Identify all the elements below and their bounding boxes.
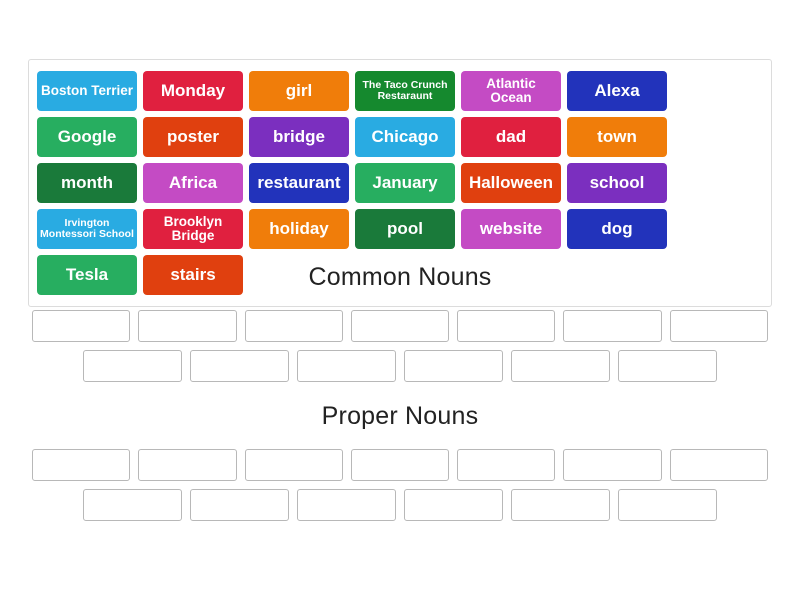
drop-slot[interactable] — [83, 349, 182, 382]
word-tile[interactable]: Brooklyn Bridge — [143, 209, 243, 249]
drop-slot[interactable] — [32, 309, 131, 342]
word-tile[interactable]: Alexa — [567, 71, 667, 111]
group-sort-activity: Boston Terrier Monday girl The Taco Crunch … — [0, 0, 800, 600]
slot-group-common-nouns — [28, 309, 772, 382]
word-tile[interactable]: girl — [249, 71, 349, 111]
word-tile[interactable]: month — [37, 163, 137, 203]
drop-slot[interactable] — [669, 448, 768, 481]
word-tile[interactable]: Irvington Montessori School — [37, 209, 137, 249]
word-tile[interactable]: dad — [461, 117, 561, 157]
drop-slot[interactable] — [244, 448, 343, 481]
drop-slot[interactable] — [83, 488, 182, 521]
drop-slot[interactable] — [404, 349, 503, 382]
word-tile[interactable]: Monday — [143, 71, 243, 111]
word-tile[interactable]: town — [567, 117, 667, 157]
slot-row — [28, 448, 772, 481]
word-tile[interactable]: dog — [567, 209, 667, 249]
drop-slot[interactable] — [32, 448, 131, 481]
drop-slot[interactable] — [138, 448, 237, 481]
drop-slot[interactable] — [457, 448, 556, 481]
drop-slot[interactable] — [244, 309, 343, 342]
category-proper-nouns: Proper Nouns — [28, 402, 772, 529]
slot-group-proper-nouns — [28, 448, 772, 521]
drop-slot[interactable] — [350, 309, 450, 342]
drop-slot[interactable] — [511, 349, 610, 382]
word-tile[interactable]: Atlantic Ocean — [461, 71, 561, 111]
drop-slot[interactable] — [618, 488, 717, 521]
category-title-proper-nouns: Proper Nouns — [321, 402, 479, 430]
drop-slot[interactable] — [138, 309, 237, 342]
word-tile[interactable]: bridge — [249, 117, 349, 157]
word-tile[interactable]: school — [567, 163, 667, 203]
drop-slot[interactable] — [297, 349, 396, 382]
word-tile[interactable]: pool — [355, 209, 455, 249]
category-title-common-nouns: Common Nouns — [308, 263, 492, 291]
drop-slot[interactable] — [350, 448, 450, 481]
word-tile[interactable]: Africa — [143, 163, 243, 203]
drop-slot[interactable] — [297, 488, 396, 521]
category-common-nouns: Common Nouns — [28, 263, 772, 390]
word-tile[interactable]: Boston Terrier — [37, 71, 137, 111]
drop-slot[interactable] — [457, 309, 556, 342]
drop-slot[interactable] — [563, 309, 662, 342]
word-tile[interactable]: poster — [143, 117, 243, 157]
drop-slot[interactable] — [511, 488, 610, 521]
word-tile[interactable]: The Taco Crunch Restaraunt — [355, 71, 455, 111]
word-tile[interactable]: holiday — [249, 209, 349, 249]
slot-row — [28, 309, 772, 342]
drop-slot[interactable] — [190, 488, 289, 521]
slot-row — [28, 488, 772, 521]
word-tile[interactable]: website — [461, 209, 561, 249]
word-tile[interactable]: January — [355, 163, 455, 203]
word-tile[interactable]: Google — [37, 117, 137, 157]
slot-row — [28, 349, 772, 382]
drop-slot[interactable] — [190, 349, 289, 382]
word-tile[interactable]: Chicago — [355, 117, 455, 157]
drop-slot[interactable] — [563, 448, 662, 481]
drop-slot[interactable] — [618, 349, 717, 382]
drop-slot[interactable] — [404, 488, 503, 521]
drop-slot[interactable] — [669, 309, 768, 342]
word-tile[interactable]: restaurant — [249, 163, 349, 203]
word-tile[interactable]: Halloween — [461, 163, 561, 203]
